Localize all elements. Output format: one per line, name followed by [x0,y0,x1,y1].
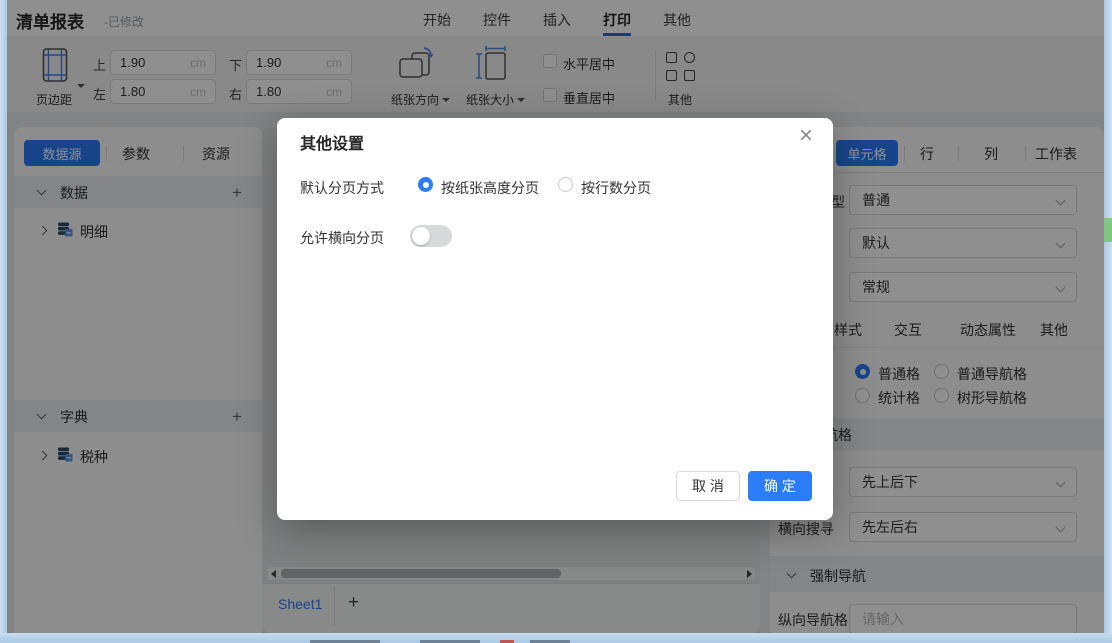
allow-horizontal-paging-toggle[interactable] [410,225,452,247]
window-border-right [1104,0,1112,643]
confirm-button[interactable]: 确 定 [748,471,812,501]
app-window: 清单报表 -已修改 开始 控件 插入 打印 其他 页边距 上 1.90 cm 下… [0,0,1112,643]
window-border-left [0,0,7,643]
cancel-button[interactable]: 取 消 [676,471,740,501]
window-border-bottom [0,633,1112,643]
pagination-mode-label: 默认分页方式 [300,178,384,198]
close-icon[interactable]: × [799,124,813,148]
other-settings-dialog: 其他设置 × 默认分页方式 按纸张高度分页 按行数分页 允许横向分页 取 消 确… [277,118,833,520]
dialog-title: 其他设置 [300,130,364,154]
radio-paginate-by-paper-height[interactable] [418,177,433,192]
radio-paginate-by-row-count[interactable] [558,177,573,192]
allow-horizontal-paging-label: 允许横向分页 [300,228,384,248]
window-border-marker [1104,218,1112,242]
